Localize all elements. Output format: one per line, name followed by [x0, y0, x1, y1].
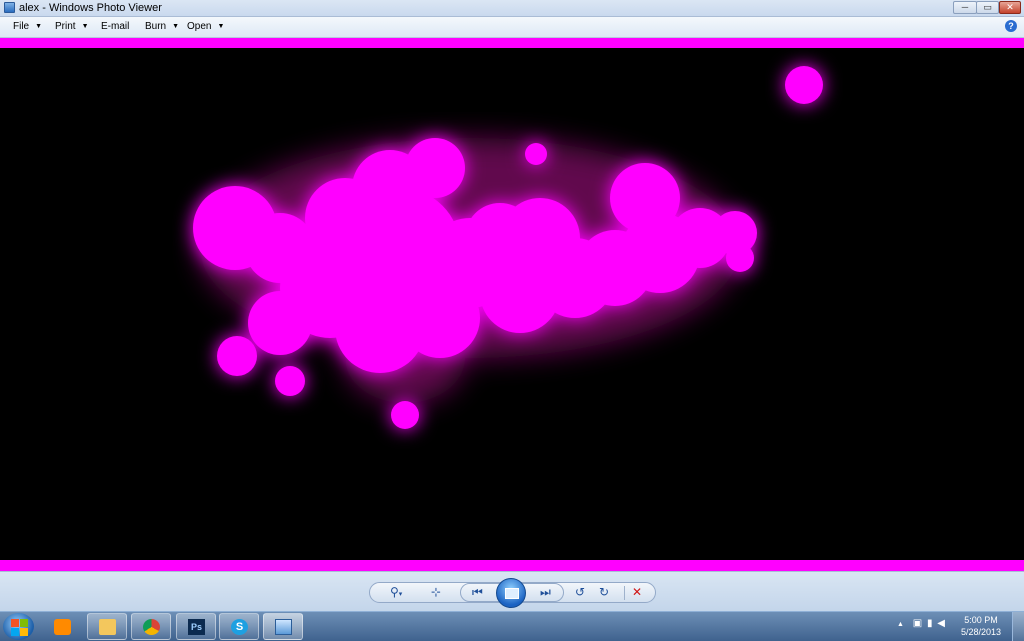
taskbar-skype[interactable]: S: [219, 613, 259, 640]
folder-icon: [99, 619, 116, 635]
taskbar-photoshop[interactable]: Ps: [176, 613, 216, 640]
taskbar-media-player[interactable]: [42, 613, 82, 640]
clock-date: 5/28/2013: [960, 627, 1002, 637]
windows-logo-part: [20, 619, 28, 627]
windows-logo-part: [20, 628, 28, 636]
zoom-button[interactable]: ⚲▾: [390, 585, 402, 602]
chrome-icon: [143, 619, 160, 635]
dropdown-arrow-icon: ▼: [172, 23, 180, 30]
menu-file-label: File: [13, 21, 30, 32]
taskbar-photo-viewer[interactable]: [263, 613, 303, 640]
slideshow-icon: [505, 588, 519, 599]
dropdown-arrow-icon: ▼: [35, 23, 43, 30]
maximize-button[interactable]: ▭: [976, 1, 999, 14]
menu-burn[interactable]: Burn ▼: [145, 21, 179, 32]
magnifier-icon: ⚲: [390, 585, 399, 599]
media-player-icon: [54, 619, 71, 635]
photo-viewer-icon: [275, 619, 292, 635]
menu-email-label: E-mail: [101, 21, 130, 32]
volume-icon[interactable]: ◀: [937, 618, 945, 629]
minimize-button[interactable]: ─: [953, 1, 977, 14]
menu-print[interactable]: Print ▼: [55, 21, 89, 32]
rotate-counterclockwise-icon: ↺: [575, 585, 586, 599]
windows-logo-icon: [11, 619, 19, 627]
skype-icon: S: [231, 619, 248, 635]
help-icon[interactable]: ?: [1005, 20, 1017, 32]
delete-button[interactable]: ✕: [632, 585, 642, 599]
taskbar-explorer[interactable]: [87, 613, 127, 640]
next-icon: ⏭: [540, 585, 551, 599]
actual-size-button[interactable]: ⊹: [431, 585, 441, 599]
windows-logo-part: [11, 628, 19, 636]
dropdown-arrow-icon: ▼: [217, 23, 225, 30]
notification-area: ▲ ▣ ▮ ◀: [897, 618, 945, 629]
show-desktop-button[interactable]: [1012, 612, 1024, 641]
photo-image: [193, 66, 823, 429]
photo-top-border: [0, 38, 1024, 48]
delete-icon: ✕: [632, 585, 643, 599]
start-button[interactable]: [3, 613, 34, 640]
menu-burn-label: Burn: [145, 21, 167, 32]
photo-viewport[interactable]: [0, 38, 1024, 571]
previous-icon: ⏮: [472, 585, 483, 599]
taskbar-chrome[interactable]: [131, 613, 171, 640]
menu-email[interactable]: E-mail: [101, 21, 129, 32]
menu-print-label: Print: [55, 21, 76, 32]
title-bar: alex - Windows Photo Viewer ─ ▭ ✕: [0, 0, 1024, 17]
photo-bottom-border: [0, 560, 1024, 571]
actual-size-icon: ⊹: [431, 585, 442, 599]
clock-time: 5:00 PM: [964, 615, 998, 625]
pink-blob-cluster: [193, 66, 823, 429]
rotate-clockwise-icon: ↻: [599, 585, 610, 599]
taskbar: Ps S ▲ ▣ ▮ ◀ 5:00 PM 5/28/2013: [0, 611, 1024, 641]
photo-viewer-app-icon: [4, 2, 15, 13]
show-hidden-icons-button[interactable]: ▲: [897, 621, 904, 628]
rotate-clockwise-button[interactable]: ↻: [599, 585, 609, 599]
signal-icon[interactable]: ▮: [927, 618, 933, 629]
rotate-counterclockwise-button[interactable]: ↺: [575, 585, 585, 599]
menu-open-label: Open: [187, 21, 212, 32]
viewer-controls: ⚲▾ ⊹ ⏮ ⏭ ↺ ↻ ✕: [0, 571, 1024, 612]
command-bar: File ▼ Print ▼ E-mail Burn ▼ Open ▼ ?: [0, 17, 1024, 38]
close-button[interactable]: ✕: [999, 1, 1021, 14]
previous-button[interactable]: ⏮: [472, 585, 483, 599]
next-button[interactable]: ⏭: [540, 585, 551, 599]
slideshow-button[interactable]: [496, 578, 526, 608]
photoshop-icon: Ps: [188, 619, 205, 635]
clock[interactable]: 5:00 PM 5/28/2013: [955, 614, 1007, 638]
menu-open[interactable]: Open ▼: [187, 21, 224, 32]
dropdown-arrow-icon: ▼: [81, 23, 89, 30]
dropdown-arrow-icon: ▾: [398, 591, 403, 598]
menu-file[interactable]: File ▼: [13, 21, 42, 32]
controls-separator: [624, 586, 625, 600]
window-title: alex - Windows Photo Viewer: [19, 2, 162, 14]
network-icon[interactable]: ▣: [913, 618, 922, 629]
